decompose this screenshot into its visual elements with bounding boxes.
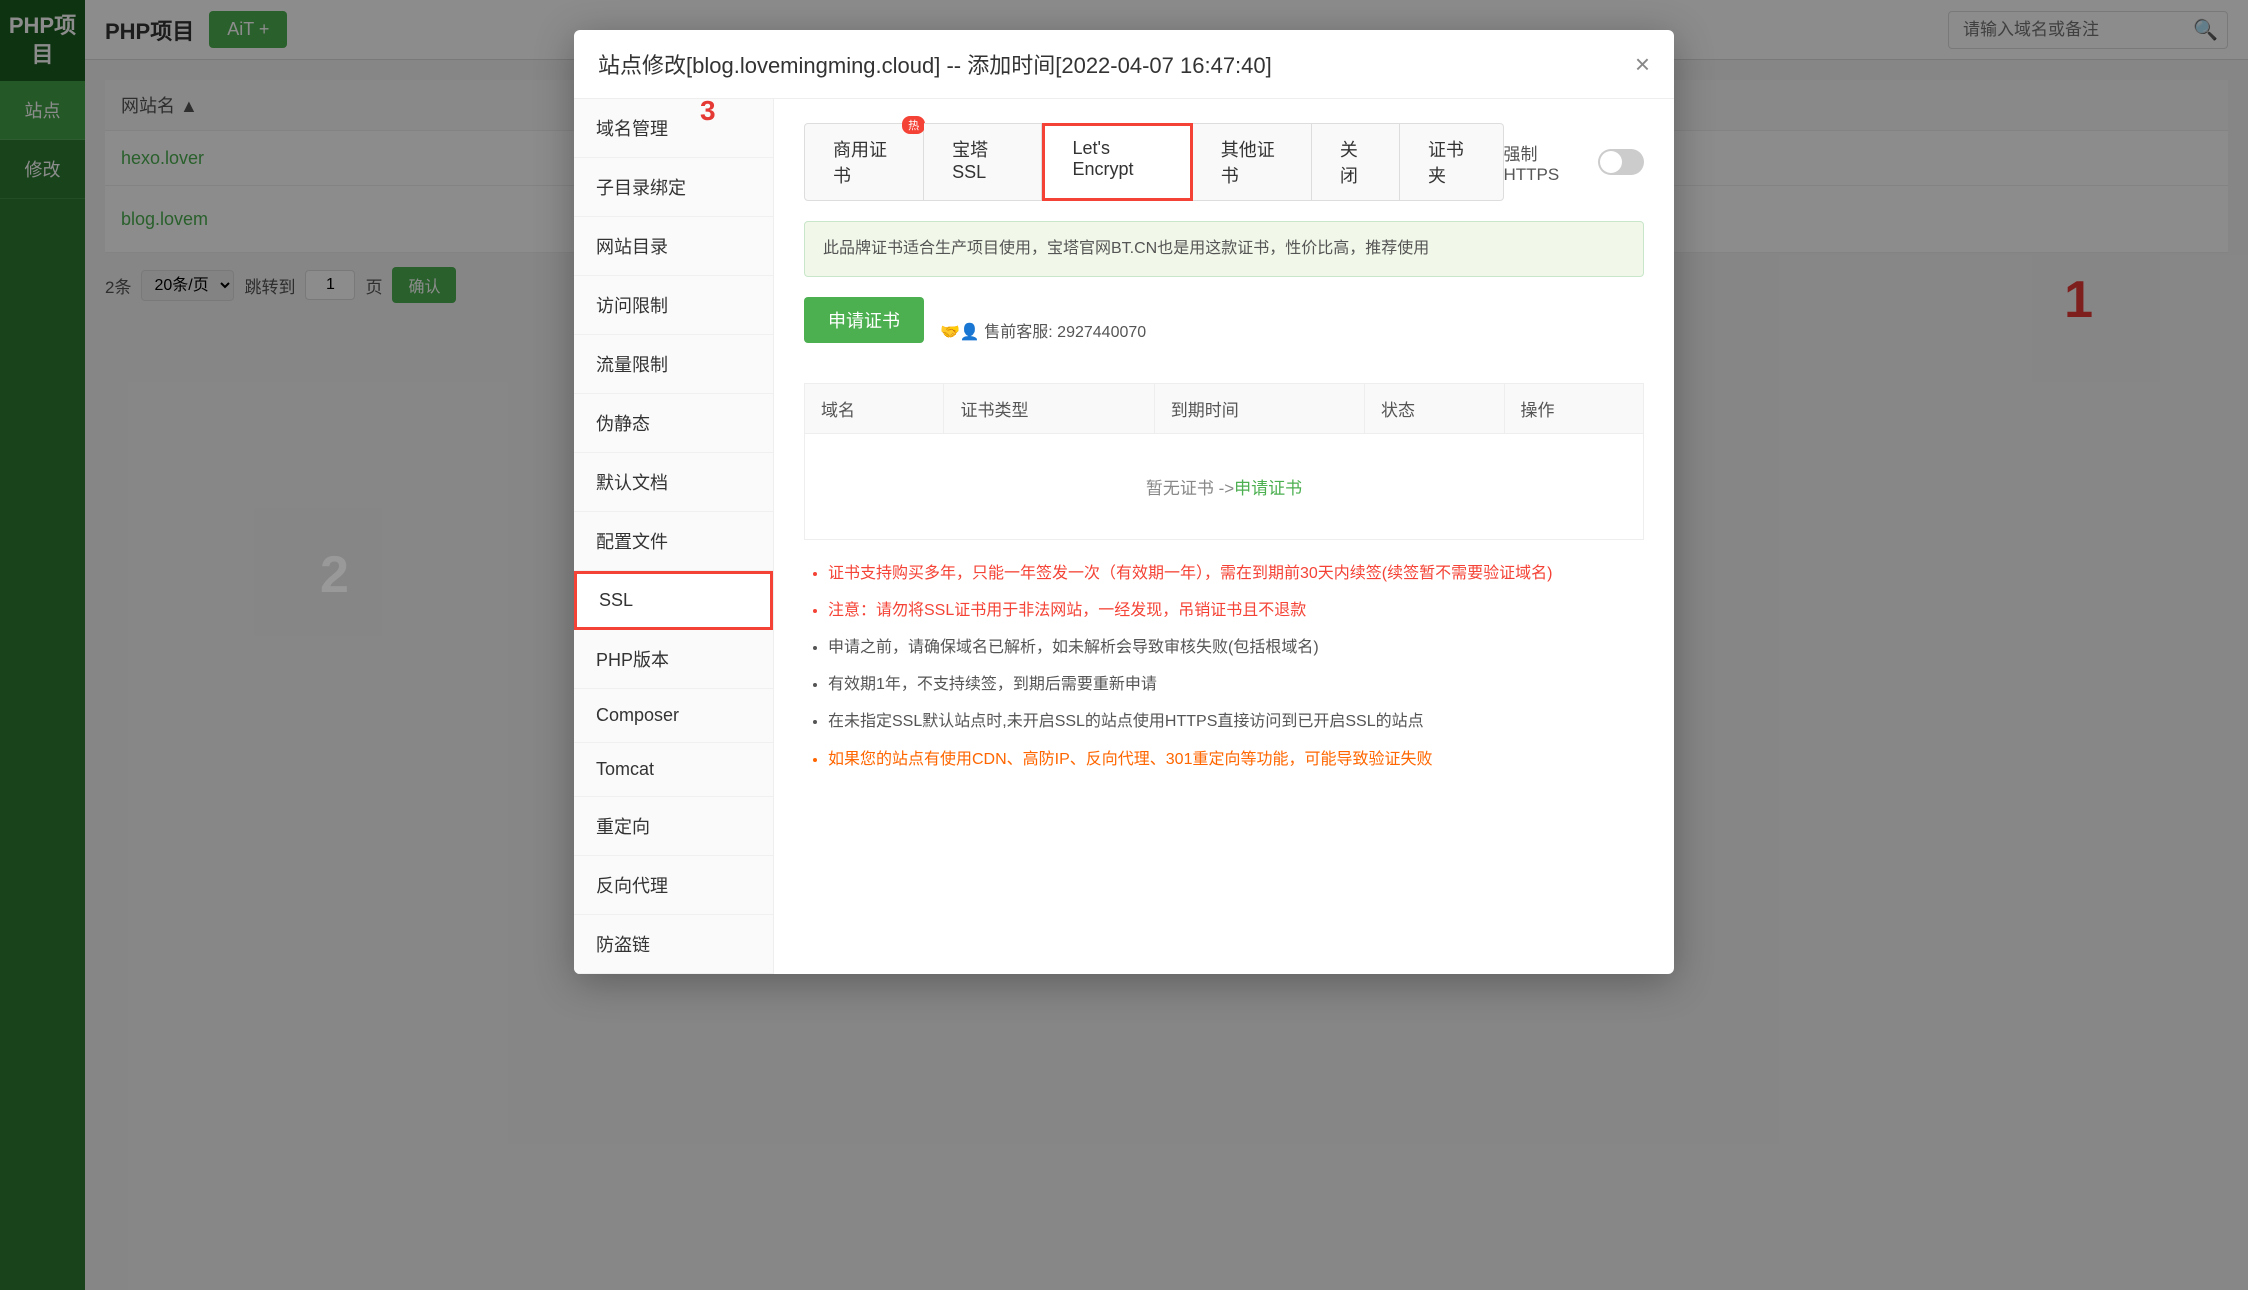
step-2-number: 2 bbox=[320, 545, 349, 605]
cert-col-type: 证书类型 bbox=[944, 383, 1154, 433]
note-item: 注意：请勿将SSL证书用于非法网站，一经发现，吊销证书且不退款 bbox=[828, 597, 1644, 624]
modal-body: 域名管理 子目录绑定 网站目录 访问限制 流量限制 伪静态 默认文档 配置文件 … bbox=[574, 99, 1674, 974]
modal-sidebar: 域名管理 子目录绑定 网站目录 访问限制 流量限制 伪静态 默认文档 配置文件 … bbox=[574, 99, 774, 974]
modal: 站点修改[blog.lovemingming.cloud] -- 添加时间[20… bbox=[574, 30, 1674, 974]
modal-header: 站点修改[blog.lovemingming.cloud] -- 添加时间[20… bbox=[574, 30, 1674, 99]
sidebar-item-traffic[interactable]: 流量限制 bbox=[574, 335, 773, 394]
cert-col-status: 状态 bbox=[1365, 383, 1504, 433]
force-https-wrap: 强制HTTPS bbox=[1504, 140, 1644, 185]
sidebar-item-php[interactable]: PHP版本 bbox=[574, 630, 773, 689]
sidebar-item-defaultdoc[interactable]: 默认文档 bbox=[574, 453, 773, 512]
sidebar-item-redirect[interactable]: 重定向 bbox=[574, 797, 773, 856]
apply-row: 申请证书 🤝👤 售前客服: 2927440070 bbox=[804, 297, 1644, 363]
ssl-info-box: 此品牌证书适合生产项目使用，宝塔官网BT.CN也是用这款证书，性价比高，推荐使用 bbox=[804, 221, 1644, 277]
tab-commercial-cert[interactable]: 商用证书 热 bbox=[804, 123, 924, 201]
cert-col-domain: 域名 bbox=[805, 383, 944, 433]
cert-table: 域名 证书类型 到期时间 状态 操作 暂无证书 ->申请证书 bbox=[804, 383, 1644, 540]
sidebar-item-ssl[interactable]: SSL bbox=[574, 571, 773, 630]
note-item: 申请之前，请确保域名已解析，如未解析会导致审核失败(包括根域名) bbox=[828, 634, 1644, 661]
cert-col-actions: 操作 bbox=[1504, 383, 1644, 433]
note-item: 在未指定SSL默认站点时,未开启SSL的站点使用HTTPS直接访问到已开启SSL… bbox=[828, 708, 1644, 735]
modal-content-area: 商用证书 热 宝塔SSL Let's Encrypt 其他证书 关闭 证书夹 强… bbox=[774, 99, 1674, 974]
tab-cert-bag[interactable]: 证书夹 bbox=[1400, 123, 1504, 201]
cert-empty-row: 暂无证书 ->申请证书 bbox=[805, 433, 1644, 539]
sidebar-item-composer[interactable]: Composer bbox=[574, 689, 773, 743]
tab-letsencrypt[interactable]: Let's Encrypt bbox=[1042, 123, 1193, 201]
background-page: PHP项目 站点 修改 PHP项目 AiT + 🔍 网站名 ▲ bbox=[0, 0, 2248, 1290]
sidebar-item-subdir[interactable]: 子目录绑定 bbox=[574, 158, 773, 217]
cert-badge: 热 bbox=[902, 116, 925, 134]
force-https-label: 强制HTTPS bbox=[1504, 140, 1587, 185]
ssl-tabs-row: 商用证书 热 宝塔SSL Let's Encrypt 其他证书 关闭 证书夹 强… bbox=[804, 123, 1644, 201]
modal-title: 站点修改[blog.lovemingming.cloud] -- 添加时间[20… bbox=[598, 48, 1272, 80]
ssl-info-text: 此品牌证书适合生产项目使用，宝塔官网BT.CN也是用这款证书，性价比高，推荐使用 bbox=[823, 240, 1429, 257]
tab-other-cert[interactable]: 其他证书 bbox=[1193, 123, 1312, 201]
note-item: 证书支持购买多年，只能一年签发一次（有效期一年），需在到期前30天内续签(续签暂… bbox=[828, 560, 1644, 587]
ssl-tab-group: 商用证书 热 宝塔SSL Let's Encrypt 其他证书 关闭 证书夹 bbox=[804, 123, 1504, 201]
cert-empty-text: 暂无证书 ->申请证书 bbox=[805, 433, 1644, 539]
cert-notes-list: 证书支持购买多年，只能一年签发一次（有效期一年），需在到期前30天内续签(续签暂… bbox=[804, 560, 1644, 773]
cert-col-expiry: 到期时间 bbox=[1154, 383, 1364, 433]
note-item: 如果您的站点有使用CDN、高防IP、反向代理、301重定向等功能，可能导致验证失… bbox=[828, 746, 1644, 773]
note-item: 有效期1年，不支持续签，到期后需要重新申请 bbox=[828, 671, 1644, 698]
sales-info: 🤝👤 售前客服: 2927440070 bbox=[940, 318, 1146, 342]
sidebar-item-reverseproxy[interactable]: 反向代理 bbox=[574, 856, 773, 915]
modal-close-button[interactable]: × bbox=[1635, 51, 1650, 77]
sidebar-item-tomcat[interactable]: Tomcat bbox=[574, 743, 773, 797]
sidebar-item-hotlink[interactable]: 防盗链 bbox=[574, 915, 773, 974]
force-https-toggle[interactable] bbox=[1598, 149, 1644, 175]
tab-baota-ssl[interactable]: 宝塔SSL bbox=[924, 123, 1041, 201]
apply-cert-link[interactable]: 申请证书 bbox=[1234, 479, 1302, 498]
tab-close-ssl[interactable]: 关闭 bbox=[1312, 123, 1400, 201]
sidebar-item-domain[interactable]: 域名管理 bbox=[574, 99, 773, 158]
modal-overlay: 站点修改[blog.lovemingming.cloud] -- 添加时间[20… bbox=[0, 0, 2248, 1290]
sidebar-item-webdir[interactable]: 网站目录 bbox=[574, 217, 773, 276]
apply-cert-button[interactable]: 申请证书 bbox=[804, 297, 924, 343]
sidebar-item-config[interactable]: 配置文件 bbox=[574, 512, 773, 571]
sidebar-item-access[interactable]: 访问限制 bbox=[574, 276, 773, 335]
sidebar-item-pseudostatic[interactable]: 伪静态 bbox=[574, 394, 773, 453]
